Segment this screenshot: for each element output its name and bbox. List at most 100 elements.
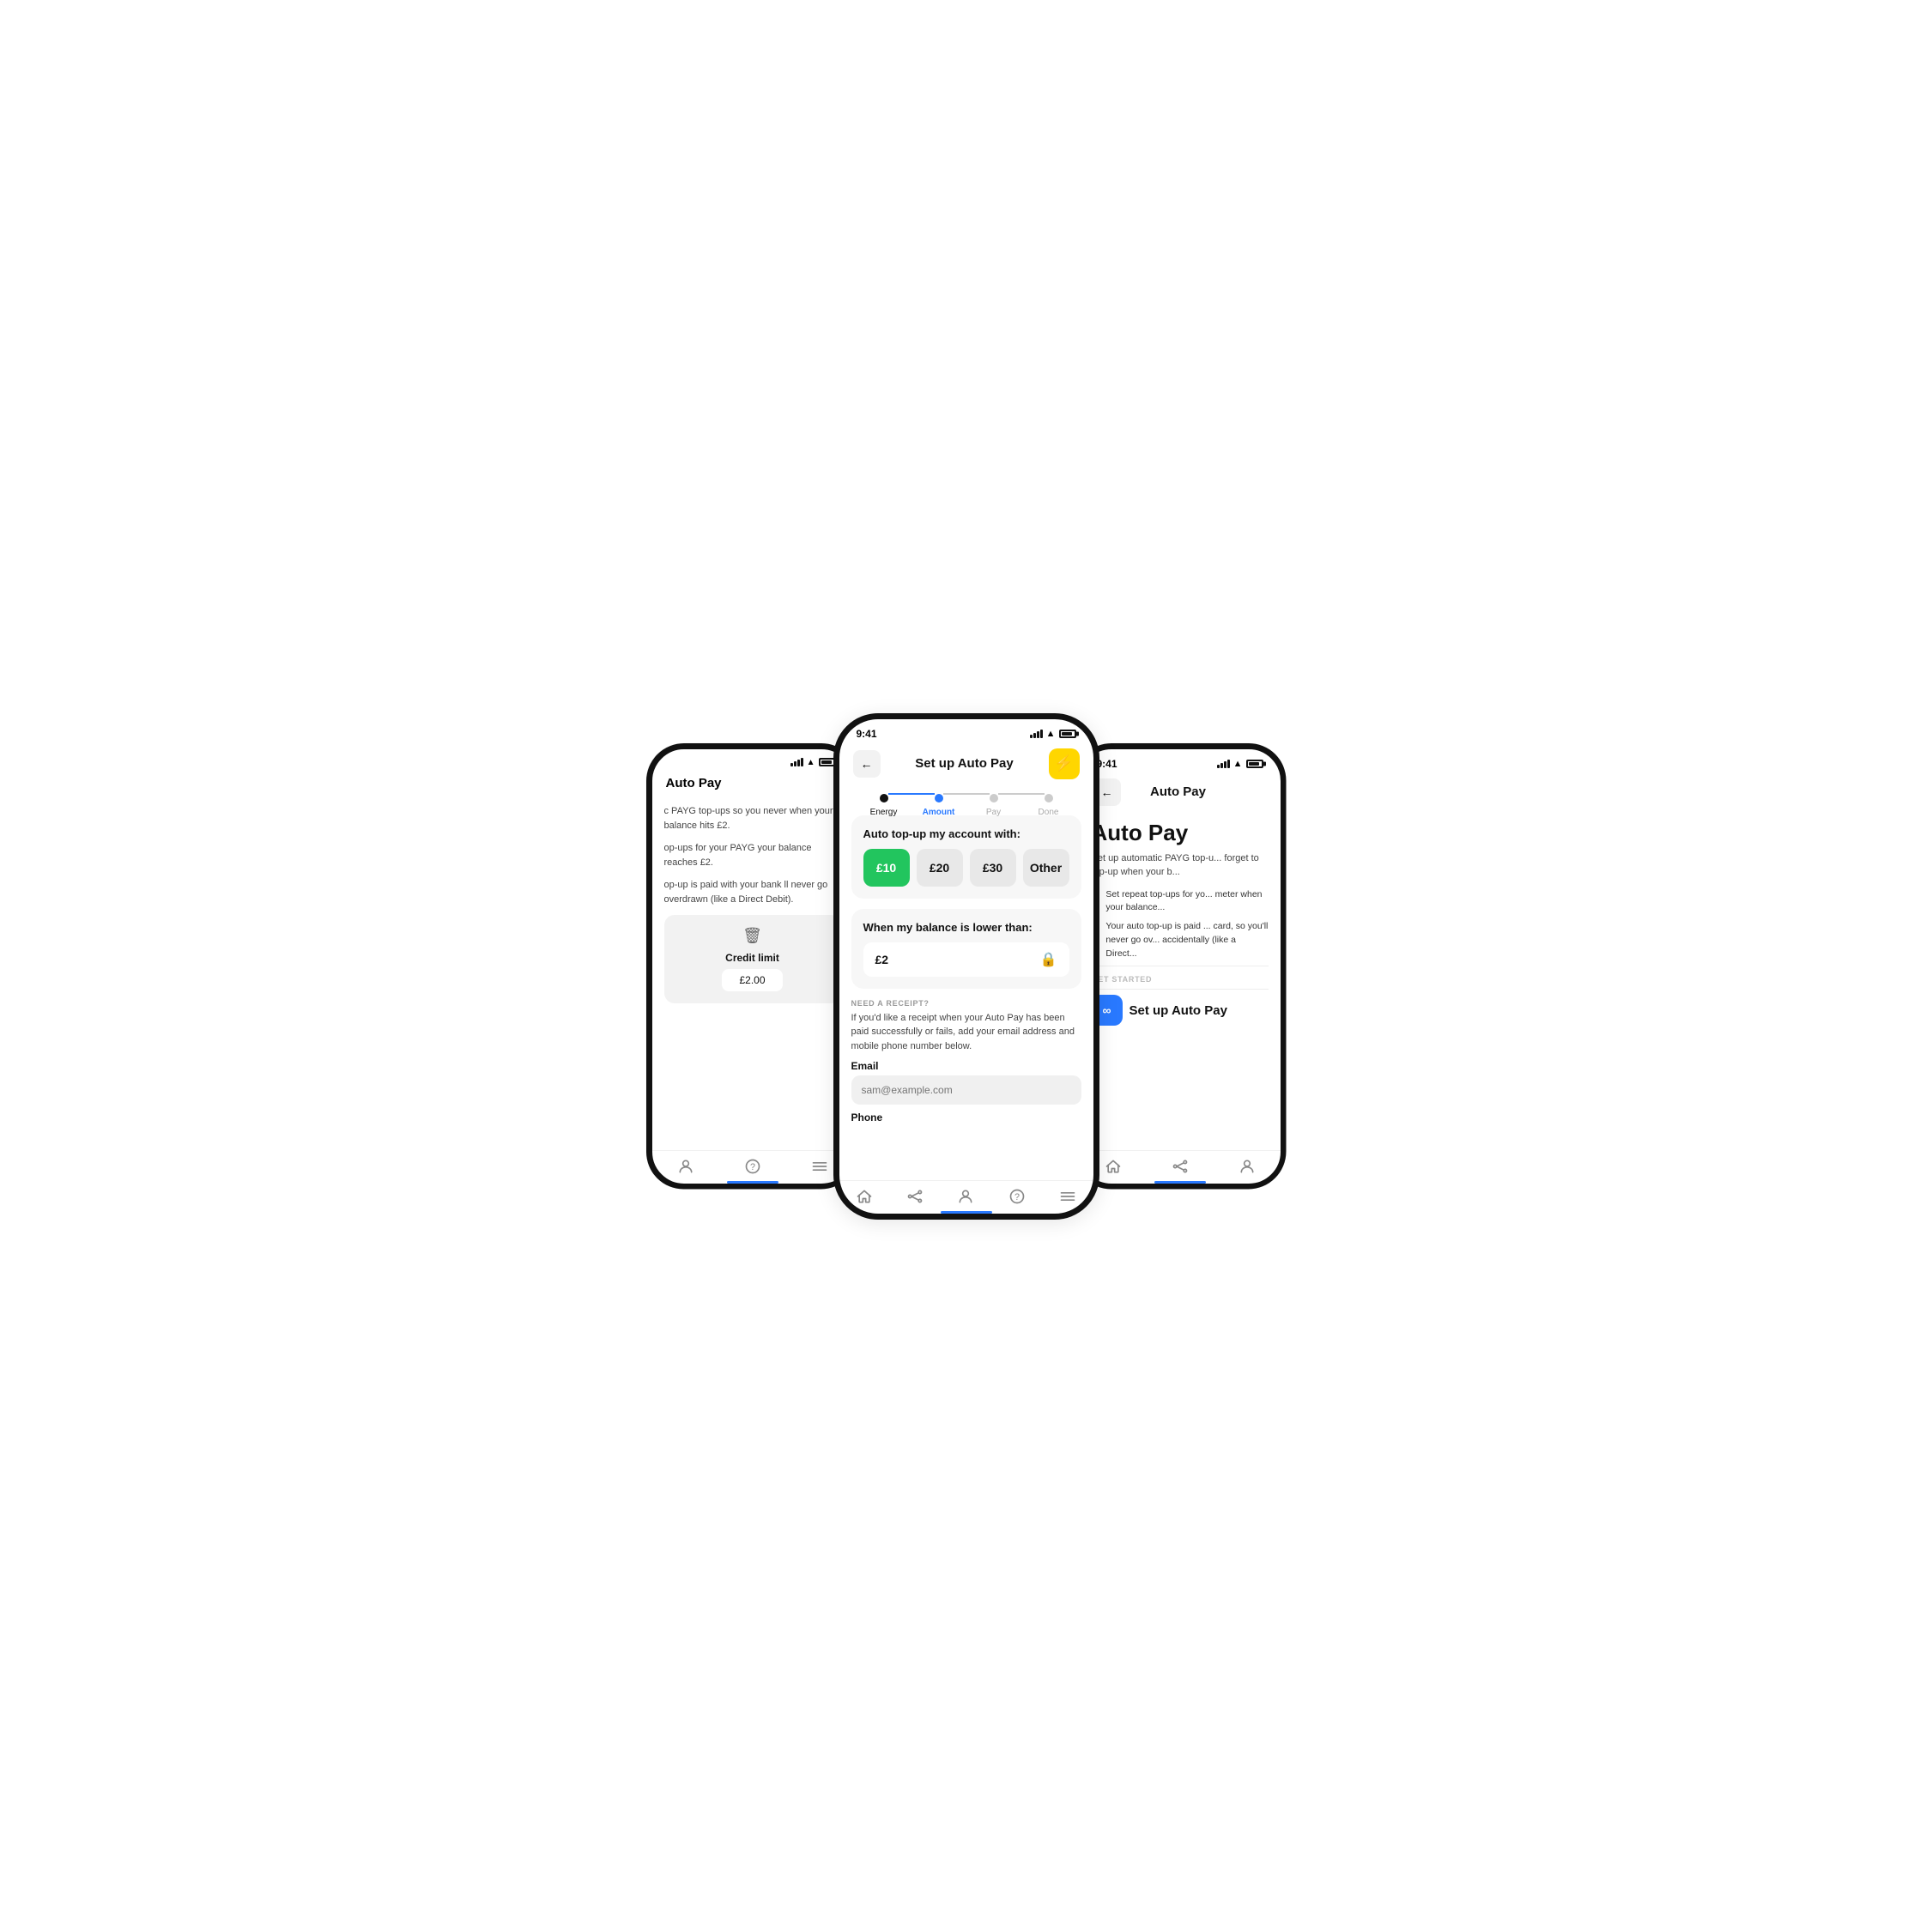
auto-pay-title: Auto Pay <box>1092 820 1269 846</box>
back-icon-center: ← <box>861 757 873 771</box>
step-label-pay: Pay <box>986 808 1001 817</box>
nav-icon-home-right[interactable] <box>1105 1158 1122 1175</box>
amount-20-button[interactable]: £20 <box>917 849 963 887</box>
status-bar-center: 9:41 ▲ <box>839 719 1093 743</box>
status-time-right: 9:41 <box>1097 758 1117 770</box>
left-text-2: op-ups for your PAYG your balance reache… <box>664 841 841 871</box>
amount-10-button[interactable]: £10 <box>863 849 910 887</box>
left-text-1: c PAYG top-ups so you never when your ba… <box>664 804 841 834</box>
nav-icon-menu-left[interactable] <box>811 1158 828 1175</box>
nav-icon-nodes-center[interactable] <box>906 1188 924 1205</box>
nav-icon-menu-center[interactable] <box>1059 1188 1076 1205</box>
credit-limit-label: Credit limit <box>725 952 779 964</box>
get-started-label: GET STARTED <box>1092 975 1269 984</box>
nav-icon-account-left[interactable] <box>677 1158 694 1175</box>
email-label: Email <box>851 1060 1081 1072</box>
lightning-button[interactable]: ⚡ <box>1049 748 1080 779</box>
credit-limit-value: £2.00 <box>722 969 782 991</box>
receipt-section: NEED A RECEIPT? If you'd like a receipt … <box>851 999 1081 1131</box>
email-input[interactable] <box>851 1075 1081 1105</box>
step-label-amount: Amount <box>923 808 955 817</box>
step-line-3 <box>998 793 1045 795</box>
setup-btn-label: Set up Auto Pay <box>1130 1003 1227 1018</box>
lock-icon: 🔒 <box>1040 951 1057 968</box>
signal-bars-right <box>1217 760 1230 768</box>
scene: ▲ Auto Pay c PAYG top-ups so you never w… <box>512 713 1421 1220</box>
signal-bars-center <box>1030 730 1043 738</box>
auto-pay-desc: Set up automatic PAYG top-u... forget to… <box>1092 851 1269 880</box>
amount-30-button[interactable]: £30 <box>970 849 1016 887</box>
step-amount: Amount <box>935 794 943 802</box>
nav-icon-help-center[interactable]: ? <box>1008 1188 1026 1205</box>
wifi-icon-center: ▲ <box>1046 729 1056 739</box>
trash-icon[interactable]: 🗑 <box>742 927 762 945</box>
phone-right: 9:41 ▲ ← Auto Pay Auto Pay <box>1074 743 1287 1190</box>
nav-icon-nodes-right[interactable] <box>1172 1158 1189 1175</box>
status-time-center: 9:41 <box>857 728 877 740</box>
right-header-title: Auto Pay <box>1150 784 1206 799</box>
battery-icon-center <box>1059 730 1076 738</box>
balance-card: When my balance is lower than: £2 🔒 <box>851 909 1081 989</box>
infinity-icon: ∞ <box>1103 1003 1111 1017</box>
step-energy: Energy <box>880 794 888 802</box>
balance-card-title: When my balance is lower than: <box>863 921 1069 934</box>
right-content: Auto Pay Set up automatic PAYG top-u... … <box>1080 813 1281 1150</box>
balance-value: £2 <box>875 953 889 966</box>
topup-card: Auto top-up my account with: £10 £20 £30… <box>851 815 1081 899</box>
app-header-right: ← Auto Pay <box>1080 773 1281 813</box>
left-header-title: Auto Pay <box>666 776 722 790</box>
nav-indicator-left <box>727 1181 778 1184</box>
step-dot-done <box>1045 794 1053 802</box>
svg-text:?: ? <box>1014 1192 1020 1202</box>
step-pay: Pay <box>990 794 998 802</box>
receipt-label: NEED A RECEIPT? <box>851 999 1081 1008</box>
wifi-icon-right: ▲ <box>1233 759 1243 769</box>
step-dot-energy <box>880 794 888 802</box>
center-content: Auto top-up my account with: £10 £20 £30… <box>839 807 1093 1180</box>
step-dot-pay <box>990 794 998 802</box>
nav-indicator-right <box>1154 1181 1206 1184</box>
status-icons-left: ▲ <box>790 758 836 767</box>
topup-card-title: Auto top-up my account with: <box>863 827 1069 840</box>
phone-label: Phone <box>851 1111 1081 1123</box>
check-text-2: Your auto top-up is paid ... card, so yo… <box>1105 920 1268 960</box>
step-done: Done <box>1045 794 1053 802</box>
phone-center: 9:41 ▲ ← Set up Auto Pay ⚡ <box>833 713 1099 1220</box>
svg-text:?: ? <box>749 1162 754 1172</box>
phone-left: ▲ Auto Pay c PAYG top-ups so you never w… <box>646 743 859 1190</box>
step-dot-amount <box>935 794 943 802</box>
amount-grid: £10 £20 £30 Other <box>863 849 1069 887</box>
nav-indicator-center <box>941 1211 992 1214</box>
signal-bars-left <box>790 758 803 766</box>
status-icons-right: ▲ <box>1217 759 1263 769</box>
signal-bar-2 <box>794 761 796 766</box>
step-label-done: Done <box>1039 808 1059 817</box>
left-text-3: op-up is paid with your bank ll never go… <box>664 878 841 908</box>
nav-icon-account-right[interactable] <box>1239 1158 1256 1175</box>
setup-auto-pay-button[interactable]: ∞ Set up Auto Pay <box>1092 995 1227 1026</box>
status-bar-left: ▲ <box>652 749 853 771</box>
balance-field: £2 🔒 <box>863 942 1069 977</box>
back-button-center[interactable]: ← <box>853 750 881 778</box>
progress-stepper: Energy Amount Pay Done <box>839 786 1093 807</box>
credit-card: 🗑 Credit limit £2.00 <box>664 915 841 1003</box>
bottom-nav-center: ? <box>839 1180 1093 1214</box>
step-label-energy: Energy <box>870 808 898 817</box>
nav-icon-home-center[interactable] <box>856 1188 873 1205</box>
signal-bar-4 <box>801 758 803 766</box>
left-content: c PAYG top-ups so you never when your ba… <box>652 797 853 1150</box>
amount-other-button[interactable]: Other <box>1023 849 1069 887</box>
lightning-icon: ⚡ <box>1054 754 1073 772</box>
check-item-1: ✓ Set repeat top-ups for yo... meter whe… <box>1092 888 1269 916</box>
battery-icon-right <box>1246 760 1263 768</box>
bottom-nav-right <box>1080 1150 1281 1184</box>
app-header-left: Auto Pay <box>652 771 853 797</box>
status-bar-right: 9:41 ▲ <box>1080 749 1281 773</box>
signal-bar-1 <box>790 763 793 766</box>
wifi-icon-left: ▲ <box>807 758 815 767</box>
signal-bar-3 <box>797 760 800 766</box>
back-icon-right: ← <box>1101 785 1113 799</box>
nav-icon-account-center[interactable] <box>957 1188 974 1205</box>
nav-icon-help-left[interactable]: ? <box>744 1158 761 1175</box>
step-line-1 <box>888 793 935 795</box>
